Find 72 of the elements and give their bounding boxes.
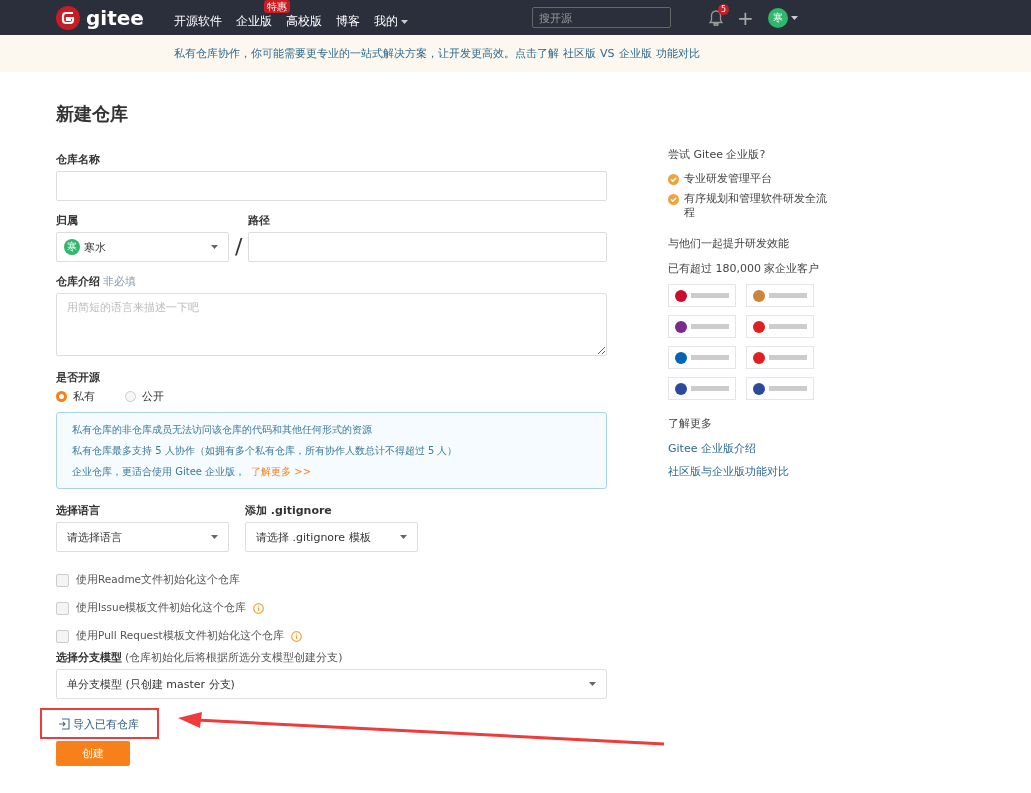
feature-text: 专业研发管理平台 <box>684 172 772 186</box>
owner-select[interactable]: 寒 寒水 <box>56 232 229 262</box>
field-label: 路径 <box>248 213 272 228</box>
visibility-radio[interactable]: 私有 <box>56 389 95 404</box>
gitignore-select[interactable]: 请选择 .gitignore 模板 <box>245 522 418 552</box>
company-logo <box>668 346 736 369</box>
nav-link[interactable]: 博客 <box>335 13 360 30</box>
banner-text: 私有仓库协作，你可能需要更专业的一站式解决方案，让开发更高效。点击了解 <box>174 46 559 61</box>
path-separator: / <box>235 233 243 261</box>
checkbox-label: 使用Issue模板文件初始化这个仓库 <box>76 601 247 615</box>
company-logo <box>746 377 814 400</box>
company-logo <box>746 315 814 338</box>
company-logo <box>668 377 736 400</box>
banner-link[interactable]: 社区版 <box>563 46 596 61</box>
field-label: 选择语言 <box>56 503 101 518</box>
notice-text: 企业仓库，更适合使用 Gitee 企业版， <box>72 466 246 477</box>
field-hint: (仓库初始化后将根据所选分支模型创建分支) <box>125 650 343 665</box>
logo-icon <box>56 5 80 30</box>
path-field[interactable] <box>248 232 607 262</box>
checkbox-label: 使用Pull Request模板文件初始化这个仓库 <box>76 629 284 643</box>
sidebar-link[interactable]: 社区版与企业版功能对比 <box>668 464 828 479</box>
caret-icon <box>790 15 798 20</box>
caret-icon <box>400 535 407 539</box>
check-icon <box>668 174 679 185</box>
language-select[interactable]: 请选择语言 <box>56 522 229 552</box>
sidebar-title: 尝试 Gitee 企业版? <box>668 147 767 162</box>
logo-text[interactable]: gitee <box>86 5 144 30</box>
notice-text: 私有仓库最多支持 5 人协作（如拥有多个私有仓库，所有协作人数总计不得超过 5 人） <box>72 445 458 456</box>
company-logo <box>668 315 736 338</box>
banner-link[interactable]: VS <box>600 47 615 60</box>
caret-icon <box>589 682 596 686</box>
field-label: 是否开源 <box>56 370 101 385</box>
field-label: 仓库名称 <box>56 152 101 167</box>
field-label: 选择分支模型 <box>56 650 122 665</box>
caret-icon <box>211 535 218 539</box>
nav-link[interactable]: 企业版 <box>235 13 272 30</box>
import-icon <box>58 718 70 730</box>
company-logo <box>668 284 736 307</box>
caret-icon <box>211 245 218 249</box>
checkbox-label: 使用Readme文件初始化这个仓库 <box>76 573 241 587</box>
sidebar-link[interactable]: Gitee 企业版介绍 <box>668 441 828 456</box>
checkbox[interactable] <box>56 573 69 587</box>
check-icon <box>668 194 679 205</box>
banner-link[interactable]: 功能对比 <box>655 46 700 61</box>
customer-count: 已有超过 180,000 家企业客户 <box>668 261 821 276</box>
company-logo <box>746 346 814 369</box>
nav-link[interactable]: 开源软件 <box>173 13 222 30</box>
owner-avatar: 寒 <box>64 239 80 255</box>
checkbox[interactable] <box>56 629 69 643</box>
nav-link[interactable]: 我的 <box>373 13 398 30</box>
field-label: 添加 .gitignore <box>245 503 333 518</box>
checkbox[interactable] <box>56 601 69 615</box>
sidebar-heading: 与他们一起提升研发效能 <box>668 236 790 251</box>
sidebar-heading: 了解更多 <box>668 416 713 431</box>
field-label: 仓库介绍 <box>56 274 100 289</box>
visibility-radio[interactable]: 公开 <box>125 389 164 404</box>
banner-link[interactable]: 企业版 <box>618 46 652 61</box>
nav-link[interactable]: 高校版 <box>285 13 322 30</box>
add-button[interactable]: + <box>736 7 754 28</box>
page-title: 新建仓库 <box>56 102 129 126</box>
feature-text: 有序规划和管理软件研发全流程 <box>684 192 828 220</box>
bell-icon[interactable] <box>708 9 723 26</box>
promo-badge: 特惠 <box>263 0 290 13</box>
search-field[interactable]: 搜开源 <box>531 7 671 28</box>
field-label: 归属 <box>56 213 79 228</box>
company-logo <box>746 284 814 307</box>
notification-badge: 5 <box>717 3 729 15</box>
branch-model-select[interactable]: 单分支模型 (只创建 master 分支) <box>56 669 607 699</box>
repo-name-field[interactable] <box>56 171 607 201</box>
optional-hint: 非必填 <box>103 274 136 289</box>
notice-text: 私有仓库的非仓库成员无法访问该仓库的代码和其他任何形式的资源 <box>72 424 372 435</box>
import-repo-link[interactable]: 导入已有仓库 <box>73 716 139 732</box>
